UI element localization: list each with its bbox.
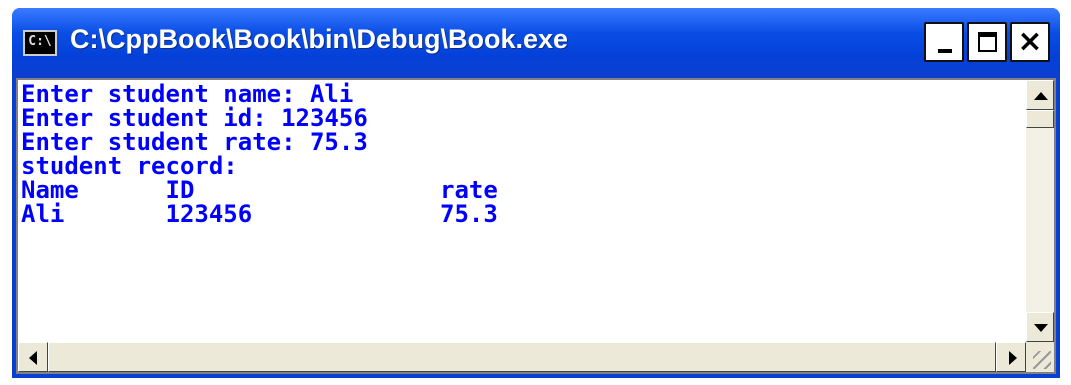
arrow-left-icon	[29, 351, 37, 365]
arrow-down-icon	[1034, 324, 1048, 332]
maximize-button[interactable]	[967, 22, 1007, 62]
scroll-right-button[interactable]	[996, 342, 1026, 372]
vertical-scroll-thumb[interactable]	[1026, 110, 1054, 128]
console-line-table-row: Ali 123456 75.3	[21, 200, 498, 228]
title-bar[interactable]: C:\ C:\CppBook\Book\bin\Debug\Book.exe ×	[12, 8, 1060, 78]
console-line-table-header: Name ID rate	[21, 176, 498, 204]
minimize-button[interactable]	[924, 22, 964, 62]
console-output[interactable]: Enter student name: Ali Enter student id…	[18, 80, 1026, 342]
minimize-icon	[938, 49, 952, 53]
scroll-left-button[interactable]	[18, 342, 48, 372]
vertical-scrollbar[interactable]	[1026, 80, 1054, 342]
scroll-down-button[interactable]	[1026, 312, 1054, 342]
console-app-icon[interactable]: C:\	[23, 30, 57, 56]
resize-grip-icon	[1033, 351, 1051, 369]
console-line-record-heading: student record:	[21, 152, 238, 180]
arrow-right-icon	[1009, 351, 1017, 365]
scroll-up-button[interactable]	[1026, 80, 1054, 110]
resize-corner[interactable]	[1026, 342, 1054, 372]
close-icon: ×	[1017, 24, 1043, 59]
horizontal-scrollbar[interactable]	[18, 342, 1026, 372]
console-line-rate-prompt: Enter student rate: 75.3	[21, 128, 368, 156]
maximize-icon	[978, 32, 997, 52]
window-title: C:\CppBook\Book\bin\Debug\Book.exe	[70, 24, 569, 54]
horizontal-scroll-thumb[interactable]	[48, 342, 996, 372]
console-line-id-prompt: Enter student id: 123456	[21, 104, 368, 132]
close-button[interactable]: ×	[1010, 22, 1050, 62]
console-client-area: Enter student name: Ali Enter student id…	[16, 78, 1056, 374]
console-line-name-prompt: Enter student name: Ali	[21, 80, 354, 108]
console-window: C:\ C:\CppBook\Book\bin\Debug\Book.exe ×…	[12, 8, 1060, 378]
arrow-up-icon	[1034, 92, 1048, 100]
